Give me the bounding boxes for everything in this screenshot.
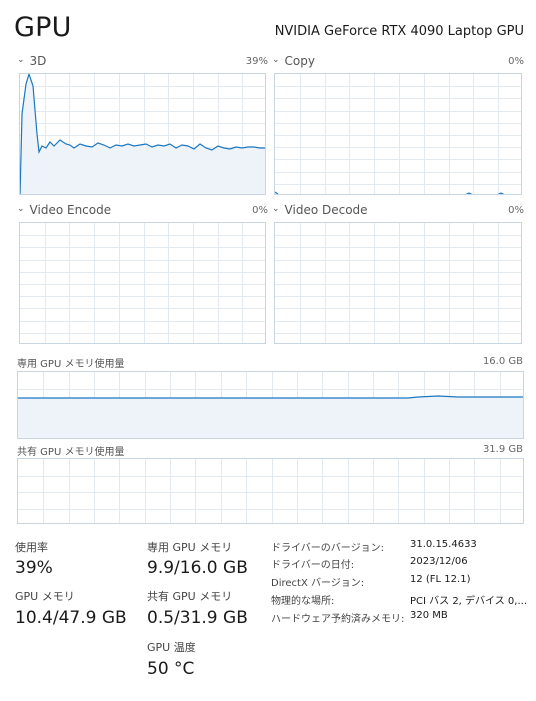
shared-memory-graph: [17, 458, 524, 524]
shared-memory-chart: [18, 459, 523, 523]
physical-location-value: PCI バス 2, デバイス 0,...: [410, 596, 527, 607]
chevron-down-icon[interactable]: ⌄: [17, 204, 25, 214]
shared-memory-value: 0.5/31.9 GB: [147, 608, 248, 628]
engine-video-encode-percent: 0%: [252, 205, 268, 216]
gpu-memory-label: GPU メモリ: [15, 590, 75, 603]
directx-version-key: DirectX バージョン:: [271, 578, 365, 589]
directx-version-value: 12 (FL 12.1): [410, 574, 471, 585]
engine-copy-chart: [275, 74, 521, 194]
shared-memory-graph-max: 31.9 GB: [482, 444, 523, 455]
engine-video-encode-grid: [20, 223, 265, 343]
engine-video-encode-graph: [19, 222, 266, 344]
dedicated-memory-graph: [17, 371, 524, 439]
engine-3d-percent: 39%: [245, 56, 268, 67]
gpu-memory-value: 10.4/47.9 GB: [15, 608, 127, 628]
engine-video-decode-header[interactable]: ⌄ Video Decode: [272, 202, 368, 218]
engine-video-encode-label: Video Encode: [29, 203, 112, 217]
engine-copy-graph: [274, 73, 522, 195]
dedicated-memory-area: [18, 396, 523, 438]
dedicated-memory-graph-label: 専用 GPU メモリ使用量: [17, 359, 125, 370]
driver-version-value: 31.0.15.4633: [410, 539, 477, 550]
driver-date-value: 2023/12/06: [410, 556, 468, 567]
engine-video-decode-grid: [275, 223, 521, 343]
gpu-temperature-label: GPU 温度: [147, 641, 196, 654]
dedicated-memory-value: 9.9/16.0 GB: [147, 558, 248, 578]
dedicated-memory-graph-max: 16.0 GB: [482, 356, 523, 367]
shared-memory-grid: [18, 459, 523, 523]
chevron-down-icon[interactable]: ⌄: [272, 204, 280, 214]
gpu-model-name: NVIDIA GeForce RTX 4090 Laptop GPU: [274, 24, 524, 39]
engine-copy-grid: [275, 74, 521, 194]
dedicated-memory-chart: [18, 372, 523, 438]
shared-memory-graph-label: 共有 GPU メモリ使用量: [17, 447, 125, 458]
engine-video-encode-header[interactable]: ⌄ Video Encode: [17, 202, 111, 218]
engine-video-decode-label: Video Decode: [284, 203, 368, 217]
engine-3d-label: 3D: [29, 54, 47, 68]
engine-video-encode-chart: [20, 223, 265, 343]
engine-3d-graph: [19, 73, 266, 195]
page-title: GPU: [14, 12, 72, 43]
gpu-temperature-value: 50 °C: [147, 659, 195, 679]
shared-memory-label: 共有 GPU メモリ: [147, 590, 233, 603]
utilization-label: 使用率: [15, 541, 48, 554]
engine-copy-percent: 0%: [508, 56, 524, 67]
engine-3d-area: [20, 74, 265, 194]
engine-video-decode-chart: [275, 223, 521, 343]
chevron-down-icon[interactable]: ⌄: [272, 55, 280, 65]
engine-copy-label: Copy: [284, 54, 315, 68]
reserved-memory-value: 320 MB: [410, 610, 448, 621]
engine-video-decode-percent: 0%: [508, 205, 524, 216]
driver-version-key: ドライバーのバージョン:: [271, 543, 384, 554]
engine-3d-chart: [20, 74, 265, 194]
dedicated-memory-label: 専用 GPU メモリ: [147, 541, 233, 554]
utilization-value: 39%: [15, 558, 53, 578]
reserved-memory-key: ハードウェア予約済みメモリ:: [271, 614, 405, 625]
engine-copy-header[interactable]: ⌄ Copy: [272, 53, 315, 69]
chevron-down-icon[interactable]: ⌄: [17, 55, 25, 65]
engine-copy-line: [275, 191, 505, 194]
physical-location-key: 物理的な場所:: [271, 596, 335, 607]
engine-3d-header[interactable]: ⌄ 3D: [17, 53, 46, 69]
driver-date-key: ドライバーの日付:: [271, 560, 355, 571]
engine-video-decode-graph: [274, 222, 522, 344]
